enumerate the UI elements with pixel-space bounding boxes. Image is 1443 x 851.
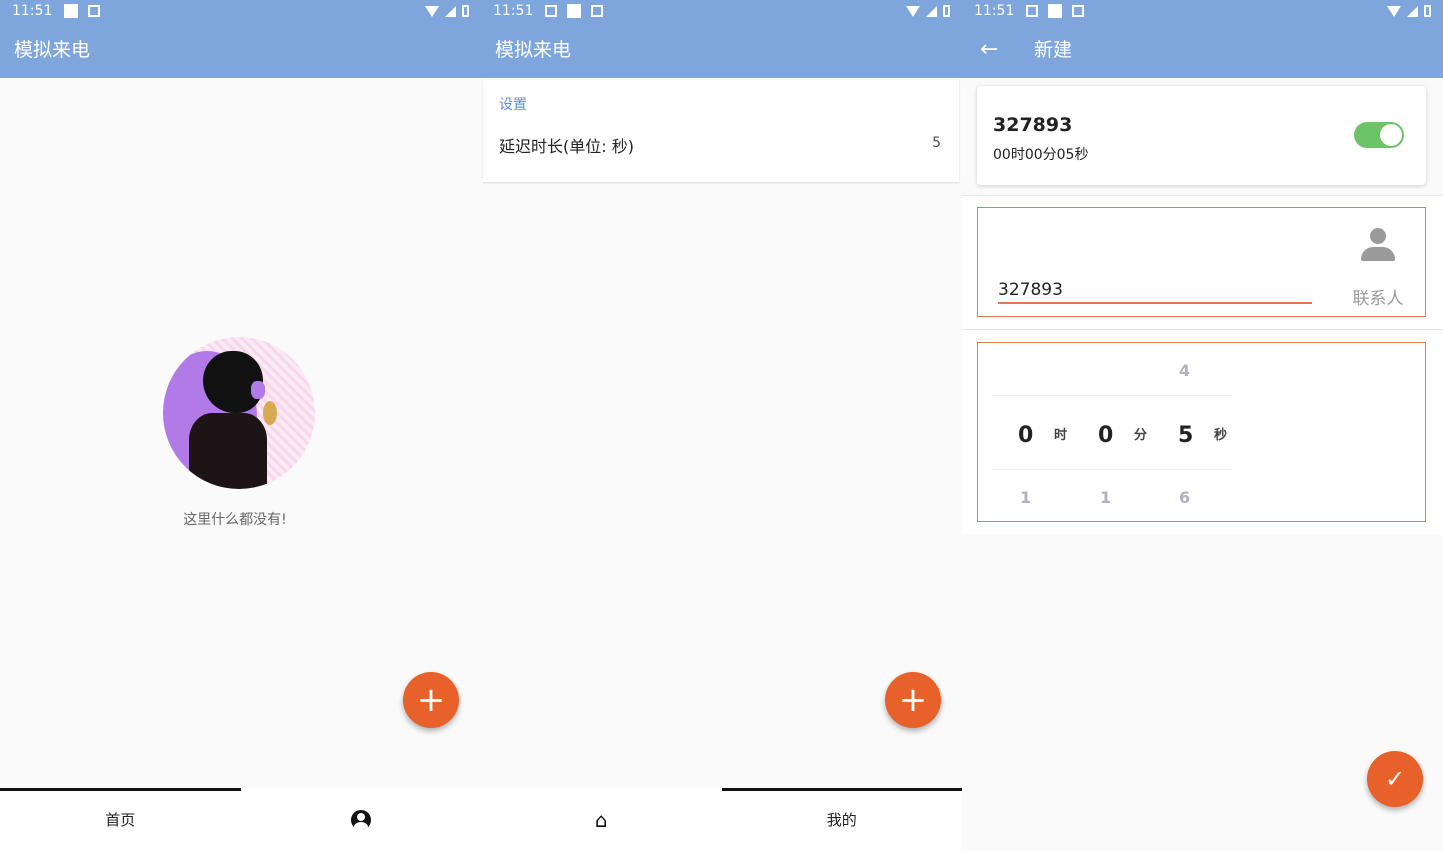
empty-state-text: 这里什么都没有! xyxy=(183,512,287,528)
entry-number: 327893 xyxy=(993,114,1073,136)
signal-icon xyxy=(1407,5,1418,17)
tab-mine[interactable] xyxy=(241,788,482,851)
signal-icon xyxy=(445,5,456,17)
notification-icon xyxy=(1072,5,1085,17)
wifi-icon xyxy=(425,5,439,17)
status-bar: 11:51 xyxy=(12,0,469,22)
seconds-unit: 秒 xyxy=(1214,428,1228,443)
empty-state-illustration xyxy=(163,337,315,489)
delay-duration-value: 5 xyxy=(932,135,941,151)
page-title: 新建 xyxy=(1034,39,1073,61)
minutes-selected[interactable]: 0 xyxy=(1098,423,1113,448)
add-button[interactable]: + xyxy=(885,672,941,728)
home-screen: 11:51 模拟来电 这里什么都没有! + 首页 xyxy=(0,0,481,851)
settings-card: 设置 延迟时长(单位: 秒) 5 xyxy=(483,80,959,182)
tab-mine-label: 我的 xyxy=(826,811,857,829)
hours-below: 1 xyxy=(1020,488,1032,507)
hours-unit: 时 xyxy=(1054,428,1068,443)
image-icon xyxy=(1026,5,1039,17)
page-title: 模拟来电 xyxy=(495,39,572,61)
battery-icon xyxy=(462,5,469,17)
account-circle-icon xyxy=(350,809,371,830)
seconds-selected[interactable]: 5 xyxy=(1178,423,1193,448)
notification-icon xyxy=(88,5,101,17)
hours-selected[interactable]: 0 xyxy=(1018,423,1033,448)
battery-icon xyxy=(943,5,950,17)
wifi-icon xyxy=(1387,5,1401,17)
bottom-nav: ⌂ 我的 xyxy=(481,788,962,851)
contacts-button[interactable]: 联系人 xyxy=(1349,228,1407,309)
tab-home-label: 首页 xyxy=(105,811,136,829)
app-bar: 11:51 ← 新建 xyxy=(962,0,1443,78)
tab-home[interactable]: ⌂ xyxy=(481,788,722,851)
wifi-icon xyxy=(906,5,920,17)
status-bar: 11:51 xyxy=(974,0,1431,22)
signal-icon xyxy=(926,5,937,17)
status-time: 11:51 xyxy=(974,3,1015,19)
tab-home[interactable]: 首页 xyxy=(0,788,241,851)
new-entry-screen: 11:51 ← 新建 327893 00时00分05秒 327893 联系人 4… xyxy=(962,0,1443,851)
status-time: 11:51 xyxy=(493,3,534,19)
app-bar: 11:51 模拟来电 xyxy=(481,0,962,78)
page-title: 模拟来电 xyxy=(14,39,91,61)
seconds-below: 6 xyxy=(1179,488,1191,507)
minutes-below: 1 xyxy=(1100,488,1112,507)
notification-icon xyxy=(567,4,582,18)
status-time: 11:51 xyxy=(12,3,53,19)
screenshot-composite: 11:51 模拟来电 这里什么都没有! + 首页 11:51 模拟来电 设置 延… xyxy=(0,0,1443,851)
app-bar: 11:51 模拟来电 xyxy=(0,0,481,78)
person-icon xyxy=(1361,228,1395,262)
phone-input-box: 联系人 xyxy=(977,207,1426,317)
image-icon xyxy=(545,5,558,17)
back-arrow-icon[interactable]: ← xyxy=(980,36,998,64)
confirm-button[interactable]: ✓ xyxy=(1367,751,1423,807)
delay-duration-setting[interactable]: 延迟时长(单位: 秒) xyxy=(499,133,634,157)
entry-duration: 00时00分05秒 xyxy=(993,147,1089,163)
minutes-unit: 分 xyxy=(1134,428,1148,443)
status-bar: 11:51 xyxy=(493,0,950,22)
notification-icon xyxy=(64,4,79,18)
tab-mine[interactable]: 我的 xyxy=(721,788,963,851)
call-entry-card: 327893 00时00分05秒 xyxy=(977,86,1426,185)
duration-picker: 4 0 时 0 分 5 秒 1 1 6 xyxy=(977,342,1426,522)
home-icon: ⌂ xyxy=(594,807,608,832)
bottom-nav: 首页 xyxy=(0,788,481,851)
settings-section-header: 设置 xyxy=(499,97,527,113)
notification-icon xyxy=(591,5,604,17)
phone-number-input[interactable] xyxy=(998,278,1312,304)
contacts-label: 联系人 xyxy=(1352,289,1404,309)
entry-enable-toggle[interactable] xyxy=(1354,122,1404,148)
add-button[interactable]: + xyxy=(403,672,459,728)
settings-screen: 11:51 模拟来电 设置 延迟时长(单位: 秒) 5 + ⌂ 我的 xyxy=(481,0,962,851)
battery-icon xyxy=(1424,5,1431,17)
notification-icon xyxy=(1048,4,1063,18)
seconds-above: 4 xyxy=(1179,361,1191,380)
